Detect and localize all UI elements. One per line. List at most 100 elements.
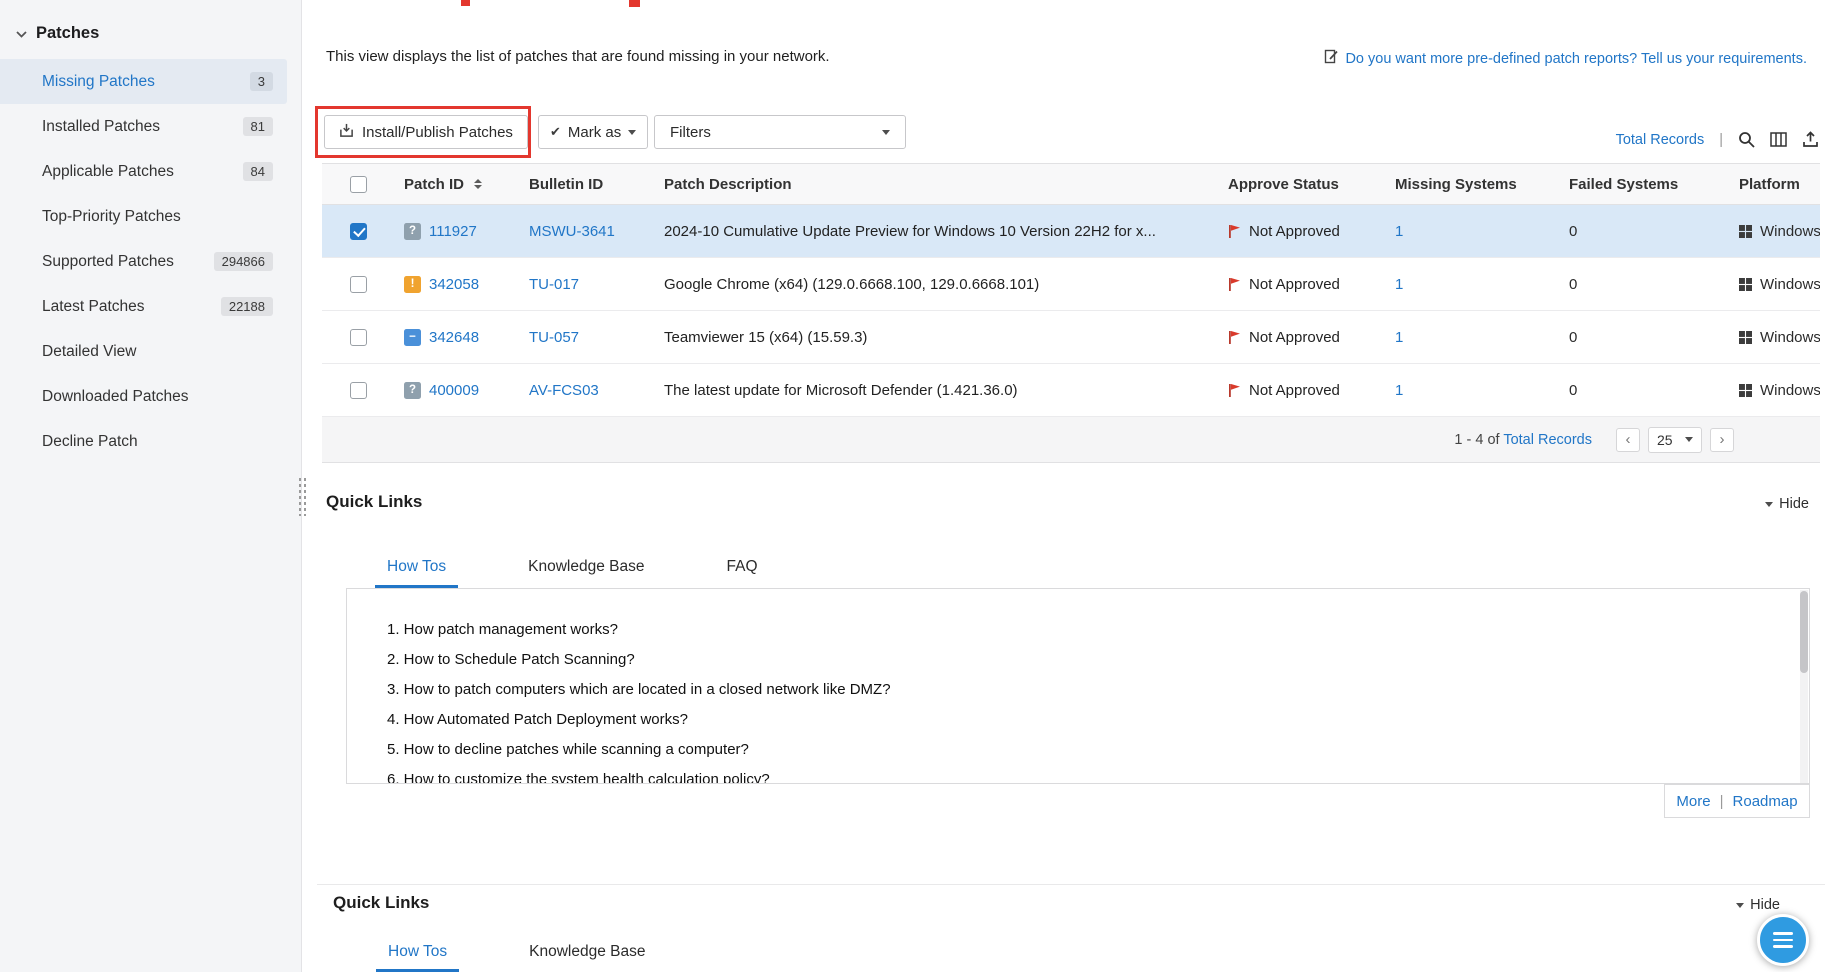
help-fab-button[interactable] [1757,914,1809,966]
tab-faq[interactable]: FAQ [715,548,770,588]
roadmap-link[interactable]: Roadmap [1733,793,1798,810]
mark-as-dropdown[interactable]: ✔ Mark as [538,115,648,149]
total-records-link[interactable]: Total Records [1616,132,1705,148]
sidebar-item-label: Applicable Patches [42,163,174,181]
export-icon[interactable] [1802,131,1819,148]
row-checkbox[interactable] [350,329,367,346]
more-link[interactable]: More [1676,793,1710,810]
sidebar-item-decline-patch[interactable]: Decline Patch [0,419,287,464]
missing-systems-link[interactable]: 1 [1395,329,1403,346]
search-icon[interactable] [1738,131,1755,148]
tab-knowledge-base[interactable]: Knowledge Base [516,548,656,588]
sidebar-item-latest-patches[interactable]: Latest Patches22188 [0,284,287,329]
hide-quick-links-button[interactable]: Hide [1765,496,1809,512]
howto-item[interactable]: 6. How to customize the system health ca… [387,765,1779,784]
patch-id-link[interactable]: 342648 [429,329,479,346]
howtos-panel: 1. How patch management works?2. How to … [346,588,1810,784]
sidebar-section-patches[interactable]: Patches [0,0,301,59]
table-actions: Total Records | [1616,131,1819,148]
windows-icon [1739,384,1752,397]
mark-as-label: Mark as [568,124,621,141]
warning-severity-icon: ! [404,276,421,293]
scrollbar-thumb[interactable] [1800,591,1808,673]
sidebar-items: Missing Patches3Installed Patches81Appli… [0,59,301,464]
column-header-failed-systems: Failed Systems [1557,164,1727,204]
sidebar-item-label: Top-Priority Patches [42,208,181,226]
column-header-approve-status: Approve Status [1216,164,1383,204]
patch-id-link[interactable]: 400009 [429,382,479,399]
howto-item[interactable]: 5. How to decline patches while scanning… [387,735,1779,765]
failed-systems-count: 0 [1557,205,1727,257]
sort-icon[interactable] [474,179,482,189]
platform-cell: Windows [1727,205,1820,257]
platform-cell: Windows [1727,258,1820,310]
reports-request-link[interactable]: Do you want more pre-defined patch repor… [1324,49,1807,68]
patch-id-link[interactable]: 342058 [429,276,479,293]
panel-resize-handle[interactable] [299,478,308,516]
howtos-list: 1. How patch management works?2. How to … [347,589,1809,784]
row-checkbox[interactable] [350,276,367,293]
column-label: Failed Systems [1569,176,1678,193]
patch-description: Teamviewer 15 (x64) (15.59.3) [652,311,1216,363]
tab-how-tos[interactable]: How Tos [375,548,458,588]
patch-id-link[interactable]: 111927 [429,223,477,240]
bulletin-id-link[interactable]: TU-057 [529,329,579,346]
howto-item[interactable]: 4. How Automated Patch Deployment works? [387,705,1779,735]
hide-label: Hide [1779,496,1809,512]
row-checkbox[interactable] [350,223,367,240]
install-publish-button[interactable]: Install/Publish Patches [324,115,528,149]
filters-label: Filters [670,124,711,141]
question-severity-icon: ? [404,223,421,240]
column-label: Patch Description [664,176,792,193]
chevron-down-icon [1765,502,1773,507]
column-label: Bulletin ID [529,176,603,193]
tab-how-tos[interactable]: How Tos [376,934,459,972]
table-row: ?400009AV-FCS03The latest update for Mic… [322,364,1820,417]
sidebar-item-applicable-patches[interactable]: Applicable Patches 84 [0,149,287,194]
column-label: Approve Status [1228,176,1339,193]
quick-links-title: Quick Links [326,492,422,512]
next-page-button[interactable]: › [1710,428,1734,452]
sidebar-item-downloaded-patches[interactable]: Downloaded Patches [0,374,287,419]
hide-quick-links-button[interactable]: Hide [1736,897,1780,913]
page-size-dropdown[interactable]: 25 [1648,427,1702,453]
sidebar-item-detailed-view[interactable]: Detailed View [0,329,287,374]
column-header-bulletin-id: Bulletin ID [517,164,652,204]
quick-links-tabs-bottom: How Tos Knowledge Base [376,934,658,972]
howto-item[interactable]: 1. How patch management works? [387,615,1779,645]
missing-systems-link[interactable]: 1 [1395,223,1403,240]
pencil-paper-icon [1324,49,1338,68]
section-divider [317,884,1825,885]
count-badge: 84 [243,162,273,181]
howto-item[interactable]: 3. How to patch computers which are loca… [387,675,1779,705]
tab-knowledge-base[interactable]: Knowledge Base [517,934,657,972]
flag-icon [1228,277,1241,292]
column-header-patch-description: Patch Description [652,164,1216,204]
howto-item[interactable]: 2. How to Schedule Patch Scanning? [387,645,1779,675]
page-size-value: 25 [1657,432,1673,448]
count-badge: 81 [243,117,273,136]
sidebar-item-installed-patches[interactable]: Installed Patches81 [0,104,287,149]
hamburger-icon [1773,932,1793,948]
row-checkbox[interactable] [350,382,367,399]
bulletin-id-link[interactable]: AV-FCS03 [529,382,599,399]
sidebar-item-missing-patches[interactable]: Missing Patches3 [0,59,287,104]
bulletin-id-link[interactable]: MSWU-3641 [529,223,615,240]
table-row: −342648TU-057Teamviewer 15 (x64) (15.59.… [322,311,1820,364]
quick-links-title: Quick Links [333,893,429,913]
prev-page-button[interactable]: ‹ [1616,428,1640,452]
sidebar-item-label: Latest Patches [42,298,145,316]
failed-systems-count: 0 [1557,364,1727,416]
select-all-checkbox[interactable] [350,176,367,193]
sidebar-item-supported-patches[interactable]: Supported Patches294866 [0,239,287,284]
missing-systems-link[interactable]: 1 [1395,276,1403,293]
filters-dropdown[interactable]: Filters [654,115,906,149]
total-records-link[interactable]: Total Records [1503,432,1592,448]
sidebar-item-label: Decline Patch [42,433,138,451]
column-header-patch-id[interactable]: Patch ID [392,164,517,204]
bulletin-id-link[interactable]: TU-017 [529,276,579,293]
table-columns-icon[interactable] [1770,131,1787,148]
windows-icon [1739,225,1752,238]
sidebar-item-top-priority-patches[interactable]: Top-Priority Patches [0,194,287,239]
missing-systems-link[interactable]: 1 [1395,382,1403,399]
